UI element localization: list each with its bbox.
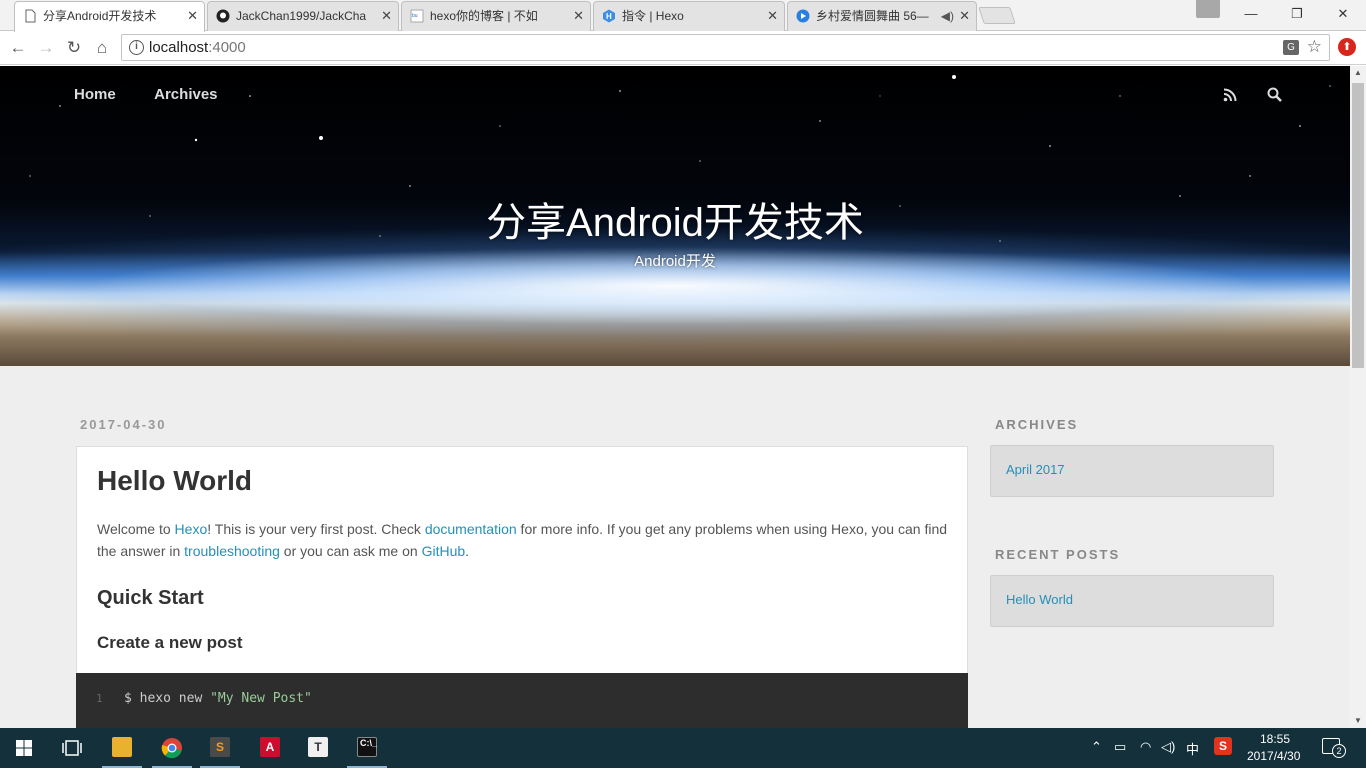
- scroll-down-icon[interactable]: ▼: [1354, 716, 1362, 725]
- terminal-icon[interactable]: C:\_: [343, 728, 391, 768]
- notification-count-badge: 2: [1332, 744, 1346, 758]
- svg-text:bu: bu: [412, 13, 418, 19]
- heading-quick-start: Quick Start: [97, 587, 204, 609]
- close-icon[interactable]: ✕: [381, 2, 392, 30]
- troubleshooting-link[interactable]: troubleshooting: [184, 543, 280, 559]
- clock-time[interactable]: 18:55: [1260, 732, 1290, 746]
- close-icon[interactable]: ✕: [573, 2, 584, 30]
- clock-date[interactable]: 2017/4/30: [1247, 749, 1300, 763]
- page-scrollbar[interactable]: ▲ ▼: [1350, 66, 1366, 728]
- post-date[interactable]: 2017-04-30: [80, 417, 167, 432]
- browser-tab[interactable]: JackChan1999/JackCha ✕: [207, 1, 399, 31]
- browser-tab[interactable]: bu hexo你的博客 | 不如 ✕: [401, 1, 591, 31]
- site-title[interactable]: 分享Android开发技术: [0, 190, 1350, 248]
- baidu-icon: bu: [410, 9, 424, 23]
- sublime-icon[interactable]: S: [196, 728, 244, 768]
- nav-icons: [1223, 86, 1282, 104]
- browser-tab[interactable]: H 指令 | Hexo ✕: [593, 1, 785, 31]
- scroll-up-icon[interactable]: ▲: [1354, 68, 1362, 77]
- github-link[interactable]: GitHub: [422, 543, 466, 559]
- code-line-number: 1: [96, 692, 103, 705]
- archive-link-april-2017[interactable]: April 2017: [1006, 462, 1065, 477]
- windows-taskbar: S A T C:\_ ⌃ ▭ ◠ ◁) 中 S 18:55 2017/4/30 …: [0, 728, 1366, 768]
- typora-icon[interactable]: T: [294, 728, 342, 768]
- minimize-icon[interactable]: —: [1228, 0, 1274, 30]
- close-icon[interactable]: ✕: [187, 2, 198, 30]
- hexo-icon: H: [603, 9, 615, 23]
- restore-icon[interactable]: ❐: [1274, 0, 1320, 30]
- documentation-link[interactable]: documentation: [425, 521, 517, 537]
- home-icon[interactable]: ⌂: [89, 35, 115, 61]
- start-icon[interactable]: [0, 728, 48, 768]
- rss-icon[interactable]: [1223, 88, 1237, 102]
- tab-title: 乡村爱情圆舞曲 56—: [816, 9, 929, 23]
- video-icon: [796, 9, 810, 23]
- window-close-icon[interactable]: ✕: [1320, 0, 1366, 30]
- site-nav: Home Archives: [74, 86, 252, 104]
- ime-indicator[interactable]: 中: [1186, 739, 1199, 758]
- scrollbar-thumb[interactable]: [1352, 83, 1364, 368]
- extension-icon[interactable]: ⬆: [1338, 38, 1356, 56]
- code-block: 1 $ hexo new "My New Post": [76, 673, 968, 728]
- volume-icon[interactable]: ◁): [1161, 739, 1175, 755]
- post-article: Hello World Welcome to Hexo! This is you…: [76, 446, 968, 728]
- page-icon: [25, 9, 36, 23]
- recent-posts-widget-title: RECENT POSTS: [995, 547, 1121, 562]
- url-text[interactable]: localhost:4000: [149, 35, 246, 60]
- archives-widget: April 2017: [990, 445, 1274, 497]
- code-line: $ hexo new "My New Post": [124, 691, 312, 706]
- github-icon: [216, 9, 230, 23]
- svg-text:H: H: [606, 12, 612, 21]
- reload-icon[interactable]: ↻: [61, 35, 87, 61]
- tab-title: 指令 | Hexo: [622, 9, 684, 23]
- post-title[interactable]: Hello World: [97, 465, 252, 497]
- address-bar[interactable]: i localhost:4000 G ☆: [121, 34, 1330, 61]
- close-icon[interactable]: ✕: [767, 2, 778, 30]
- nav-archives-link[interactable]: Archives: [154, 86, 217, 103]
- battery-icon[interactable]: ▭: [1114, 739, 1126, 755]
- translate-icon[interactable]: G: [1283, 40, 1299, 55]
- post-intro: Welcome to Hexo! This is your very first…: [97, 521, 948, 559]
- close-icon[interactable]: ✕: [959, 2, 970, 30]
- page-viewport: Home Archives 分享Android开发技术 Android开发 20…: [0, 66, 1350, 728]
- hexo-link[interactable]: Hexo: [175, 521, 208, 537]
- sogou-ime-icon[interactable]: S: [1214, 737, 1232, 755]
- browser-tab[interactable]: 乡村爱情圆舞曲 56— ◀) ✕: [787, 1, 977, 31]
- heading-create-post: Create a new post: [97, 633, 243, 652]
- task-view-icon[interactable]: [48, 728, 96, 768]
- browser-toolbar: ← → ↻ ⌂ i localhost:4000 G ☆ ⬆: [0, 31, 1366, 65]
- site-banner: Home Archives 分享Android开发技术 Android开发: [0, 66, 1350, 366]
- nav-home-link[interactable]: Home: [74, 86, 116, 103]
- file-explorer-icon[interactable]: [98, 728, 146, 768]
- browser-tabstrip: 分享Android开发技术 ✕ JackChan1999/JackCha ✕ b…: [0, 0, 1366, 32]
- wifi-icon[interactable]: ◠: [1140, 739, 1151, 755]
- search-icon[interactable]: [1267, 87, 1282, 103]
- recent-post-link[interactable]: Hello World: [1006, 592, 1073, 607]
- profile-icon[interactable]: [1196, 0, 1220, 18]
- chrome-icon[interactable]: [148, 728, 196, 768]
- acrobat-icon[interactable]: A: [246, 728, 294, 768]
- site-subtitle: Android开发: [634, 253, 716, 270]
- back-icon[interactable]: ←: [5, 35, 31, 61]
- tab-title: 分享Android开发技术: [43, 9, 157, 23]
- forward-icon[interactable]: →: [33, 35, 59, 61]
- new-tab-button[interactable]: [978, 7, 1016, 24]
- tab-title: hexo你的博客 | 不如: [430, 9, 538, 23]
- chevron-up-icon[interactable]: ⌃: [1091, 739, 1102, 755]
- info-icon[interactable]: i: [129, 40, 144, 55]
- browser-tab-active[interactable]: 分享Android开发技术 ✕: [14, 1, 205, 32]
- archives-widget-title: ARCHIVES: [995, 417, 1079, 432]
- recent-posts-widget: Hello World: [990, 575, 1274, 627]
- speaker-icon[interactable]: ◀): [941, 2, 954, 30]
- bookmark-star-icon[interactable]: ☆: [1307, 37, 1322, 57]
- tab-title: JackChan1999/JackCha: [236, 9, 367, 23]
